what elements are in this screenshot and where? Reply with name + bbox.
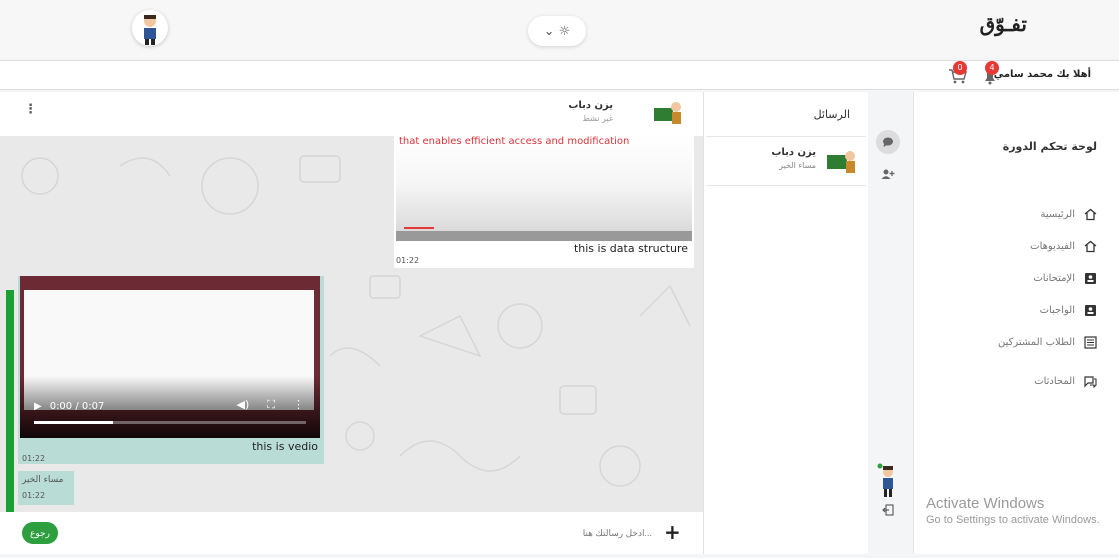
chat-icon [1083, 374, 1097, 388]
back-button[interactable]: رجوع [22, 522, 58, 544]
conversation-name: يزن دباب [771, 147, 816, 158]
sidebar-item-label: الواجبات [1039, 304, 1075, 316]
add-user-icon [881, 169, 895, 179]
sidebar-item-label: الرئيسية [1040, 208, 1075, 220]
sidebar-item-label: الطلاب المشتركين [997, 336, 1075, 348]
more-options-icon[interactable]: ⋮ [24, 102, 37, 117]
sidebar-item-chats[interactable]: المحادثات [1034, 374, 1097, 388]
sidebar-item-label: الفيديوهات [1030, 240, 1075, 252]
messages-area[interactable]: that enables efficient access and modifi… [0, 136, 703, 512]
chat-header: ⋮ يزن دباب غير نشط [0, 92, 703, 136]
video-time: 0:00 / 0:07 [49, 401, 105, 412]
sidebar-item-videos[interactable]: الفيديوهات [1030, 239, 1097, 253]
message-caption: this is vedio [252, 440, 318, 453]
volume-icon[interactable]: ◀) [237, 398, 250, 412]
conversation-item[interactable]: يزن دباب مساء الخير [706, 136, 866, 186]
add-contact-tab[interactable] [876, 162, 900, 186]
watermark-line2: Go to Settings to activate Windows. [926, 514, 1100, 526]
messages-tab[interactable] [876, 130, 900, 154]
user-bar: 0 4 أهلا بك محمد سامي [0, 60, 1119, 90]
video-seek-bar[interactable] [34, 421, 306, 424]
windows-activation-watermark: Activate Windows Go to Settings to activ… [926, 495, 1100, 526]
conversations-title: الرسائل [813, 108, 850, 121]
message-input[interactable] [480, 523, 652, 543]
brand-logo[interactable]: تفـوّق [980, 12, 1027, 36]
video-frame-text: that enables efficient access and modifi… [399, 136, 630, 147]
logout-button[interactable] [876, 498, 900, 522]
sidebar-title: لوحة تحكم الدورة [1002, 140, 1097, 153]
conversation-last-message: مساء الخير [779, 161, 816, 170]
attach-plus-icon[interactable]: + [664, 520, 681, 544]
message-bubble-outgoing: مساء الخير 01:22 [18, 471, 74, 505]
theme-toggle-label: ⌄ ☼ [543, 23, 571, 39]
theme-toggle-button[interactable]: ⌄ ☼ [528, 16, 586, 46]
message-icon [883, 137, 893, 147]
sidebar-item-label: المحادثات [1034, 375, 1075, 387]
video-player[interactable]: ▶ 0:00 / 0:07 ◀) ⛶ ⋮ [20, 276, 320, 438]
cart-count-badge: 0 [953, 61, 967, 75]
chat-contact-status: غير نشط [582, 114, 613, 123]
sidebar-item-label: الإمتحانات [1033, 272, 1075, 284]
welcome-text: أهلا بك محمد سامي [993, 69, 1091, 80]
video-progress[interactable] [404, 227, 434, 229]
rail-user-avatar[interactable] [874, 462, 902, 502]
list-icon [1083, 335, 1097, 349]
home-icon [1083, 239, 1097, 253]
course-sidebar: لوحة تحكم الدورة الرئيسية الفيديوهات الإ… [913, 92, 1119, 554]
play-icon[interactable]: ▶ [34, 401, 42, 412]
message-time: 01:22 [396, 256, 420, 265]
chat-contact-name: يزن دباب [568, 100, 613, 111]
video-player[interactable]: that enables efficient access and modifi… [396, 136, 692, 241]
video-controls-right: ◀) ⛶ ⋮ [237, 398, 304, 412]
conversation-list: الرسائل يزن دباب مساء الخير [703, 92, 868, 554]
top-header: ⌄ ☼ تفـوّق [0, 0, 1119, 58]
message-caption: this is data structure [573, 242, 688, 255]
sidebar-item-home[interactable]: الرئيسية [1041, 207, 1097, 221]
sidebar-item-assignments[interactable]: الواجبات [1040, 303, 1097, 317]
chat-icon-rail [868, 92, 908, 554]
video-more-icon[interactable]: ⋮ [293, 398, 304, 412]
message-time: 01:22 [22, 454, 46, 463]
chat-panel: ⋮ يزن دباب غير نشط that enables efficien… [0, 92, 703, 554]
contact-card-icon [1083, 271, 1097, 285]
watermark-line1: Activate Windows [926, 495, 1045, 512]
video-controls-bar[interactable] [396, 231, 692, 241]
cart-button[interactable]: 0 [947, 61, 969, 86]
chat-contact-avatar [651, 96, 685, 130]
home-icon [1083, 207, 1097, 221]
fullscreen-icon[interactable]: ⛶ [267, 398, 275, 412]
message-bubble-incoming: that enables efficient access and modifi… [394, 136, 694, 268]
message-bubble-outgoing: ▶ 0:00 / 0:07 ◀) ⛶ ⋮ this is vedio 01:22 [18, 276, 324, 464]
video-controls-left: ▶ 0:00 / 0:07 [34, 401, 104, 412]
selection-stripe [6, 290, 14, 512]
conversation-avatar [824, 147, 858, 175]
logout-icon [882, 504, 894, 516]
sidebar-item-students[interactable]: الطلاب المشتركين [998, 335, 1097, 349]
contact-card-icon [1083, 303, 1097, 317]
message-text: مساء الخير [22, 475, 64, 485]
sidebar-item-exams[interactable]: الإمتحانات [1033, 271, 1097, 285]
video-seek-fill [34, 421, 113, 424]
profile-avatar[interactable] [132, 10, 168, 46]
message-time: 01:22 [22, 491, 46, 500]
chat-footer: رجوع + [0, 512, 703, 554]
